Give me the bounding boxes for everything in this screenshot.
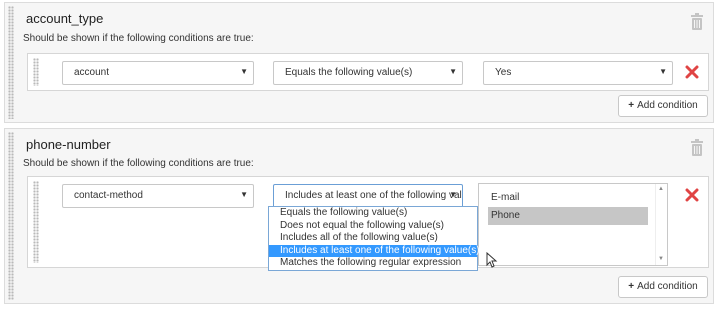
close-icon[interactable] [685, 65, 699, 79]
listbox-option-phone[interactable]: Phone [488, 207, 648, 225]
dropdown-option[interactable]: Matches the following regular expression [269, 257, 477, 270]
block-subtitle: Should be shown if the following conditi… [23, 158, 254, 169]
drag-handle-icon[interactable] [8, 132, 14, 300]
caret-down-icon: ▼ [449, 67, 457, 76]
caret-down-icon: ▼ [449, 190, 457, 199]
add-condition-button[interactable]: + Add condition [618, 276, 708, 298]
trash-icon[interactable] [690, 13, 704, 30]
field-select[interactable]: account ▼ [62, 61, 254, 85]
value-select[interactable]: Yes ▼ [483, 61, 673, 85]
value-listbox[interactable]: E-mail Phone ▲ ▼ [478, 183, 668, 266]
add-condition-label: Add condition [637, 100, 698, 111]
block-title: phone-number [26, 137, 111, 152]
listbox-option-email[interactable]: E-mail [488, 189, 648, 207]
trash-icon[interactable] [690, 139, 704, 156]
operator-select-value: Includes at least one of the following v… [285, 190, 462, 201]
caret-down-icon: ▼ [240, 67, 248, 76]
drag-handle-icon[interactable] [33, 58, 39, 86]
scrollbar[interactable]: ▲ ▼ [655, 184, 667, 265]
operator-select[interactable]: Includes at least one of the following v… [273, 184, 463, 208]
caret-down-icon: ▼ [659, 67, 667, 76]
block-subtitle: Should be shown if the following conditi… [23, 33, 254, 44]
block-title: account_type [26, 11, 104, 26]
dropdown-option[interactable]: Does not equal the following value(s) [269, 220, 477, 233]
field-block-account-type: account_type Should be shown if the foll… [4, 2, 714, 123]
condition-row: account ▼ Equals the following value(s) … [27, 53, 709, 91]
field-select-value: account [74, 67, 110, 78]
drag-handle-icon[interactable] [33, 181, 39, 263]
operator-select-value: Equals the following value(s) [285, 67, 413, 78]
close-icon[interactable] [685, 188, 699, 202]
dropdown-option-selected[interactable]: Includes at least one of the following v… [269, 244, 480, 257]
dropdown-option[interactable]: Equals the following value(s) [269, 207, 477, 220]
dropdown-option[interactable]: Includes all of the following value(s) [269, 232, 477, 245]
add-condition-button[interactable]: + Add condition [618, 95, 708, 117]
caret-down-icon: ▼ [240, 190, 248, 199]
plus-icon: + [628, 100, 635, 111]
field-select[interactable]: contact-method ▼ [62, 184, 254, 208]
add-condition-label: Add condition [637, 281, 698, 292]
field-select-value: contact-method [74, 190, 143, 201]
scroll-up-icon[interactable]: ▲ [658, 186, 664, 192]
drag-handle-icon[interactable] [8, 6, 14, 119]
mouse-cursor-icon [486, 252, 498, 268]
plus-icon: + [628, 281, 635, 292]
scroll-down-icon[interactable]: ▼ [658, 256, 664, 262]
operator-select[interactable]: Equals the following value(s) ▼ [273, 61, 463, 85]
value-select-value: Yes [495, 67, 512, 78]
operator-dropdown-menu: Equals the following value(s) Does not e… [268, 206, 480, 271]
